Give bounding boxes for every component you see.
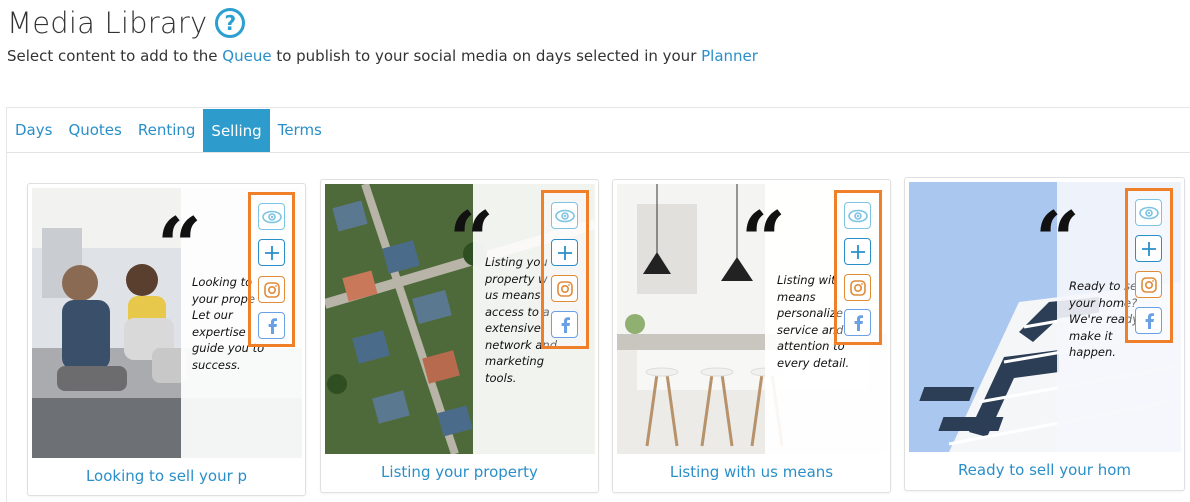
plus-icon — [557, 245, 572, 260]
add-to-queue-button[interactable] — [1135, 235, 1162, 262]
facebook-icon — [561, 316, 570, 333]
eye-icon — [261, 210, 282, 223]
card-caption[interactable]: Looking to sell your p — [28, 467, 305, 485]
preview-button[interactable] — [1135, 199, 1162, 226]
tab-terms[interactable]: Terms — [270, 108, 330, 152]
card-caption[interactable]: Listing with us means — [613, 463, 890, 481]
planner-link[interactable]: Planner — [701, 47, 758, 65]
page-header: Media Library ? — [7, 6, 246, 40]
facebook-icon — [268, 317, 277, 334]
instagram-button[interactable] — [1135, 271, 1162, 298]
subtitle-text: Select content to add to the — [7, 47, 223, 65]
preview-button[interactable] — [258, 203, 285, 230]
facebook-button[interactable] — [258, 312, 285, 339]
facebook-icon — [854, 314, 863, 331]
action-toolbar — [1125, 188, 1173, 343]
instagram-button[interactable] — [258, 276, 285, 303]
instagram-icon — [849, 279, 866, 296]
tab-selling[interactable]: Selling — [203, 109, 270, 152]
add-to-queue-button[interactable] — [551, 239, 578, 266]
preview-button[interactable] — [551, 202, 578, 229]
action-toolbar — [834, 190, 882, 345]
tab-renting[interactable]: Renting — [130, 108, 204, 152]
facebook-button[interactable] — [844, 309, 871, 336]
plus-icon — [264, 245, 279, 260]
instagram-button[interactable] — [551, 275, 578, 302]
card-caption[interactable]: Listing your property — [321, 463, 598, 481]
page-subtitle: Select content to add to the Queue to pu… — [7, 47, 758, 65]
add-to-queue-button[interactable] — [844, 238, 871, 265]
instagram-icon — [556, 280, 573, 297]
tab-days[interactable]: Days — [7, 108, 60, 152]
queue-link[interactable]: Queue — [222, 47, 271, 65]
page-title: Media Library — [7, 6, 208, 40]
plus-icon — [850, 244, 865, 259]
facebook-button[interactable] — [551, 311, 578, 338]
action-toolbar — [541, 190, 589, 349]
add-to-queue-button[interactable] — [258, 239, 285, 266]
preview-button[interactable] — [844, 202, 871, 229]
tab-bar: Days Quotes Renting Selling Terms — [7, 108, 1190, 153]
instagram-button[interactable] — [844, 274, 871, 301]
tab-quotes[interactable]: Quotes — [60, 108, 129, 152]
quote-mark: “ — [1035, 195, 1080, 286]
quote-mark: “ — [741, 195, 786, 286]
instagram-icon — [263, 281, 280, 298]
instagram-icon — [1140, 276, 1157, 293]
help-icon[interactable]: ? — [215, 8, 246, 38]
eye-icon — [1138, 206, 1159, 219]
action-toolbar — [248, 192, 295, 347]
eye-icon — [554, 209, 575, 222]
facebook-button[interactable] — [1135, 307, 1162, 334]
card-caption[interactable]: Ready to sell your hom — [905, 461, 1184, 479]
plus-icon — [1141, 241, 1156, 256]
subtitle-text: to publish to your social media on days … — [271, 47, 702, 65]
facebook-icon — [1145, 312, 1154, 329]
eye-icon — [847, 209, 868, 222]
